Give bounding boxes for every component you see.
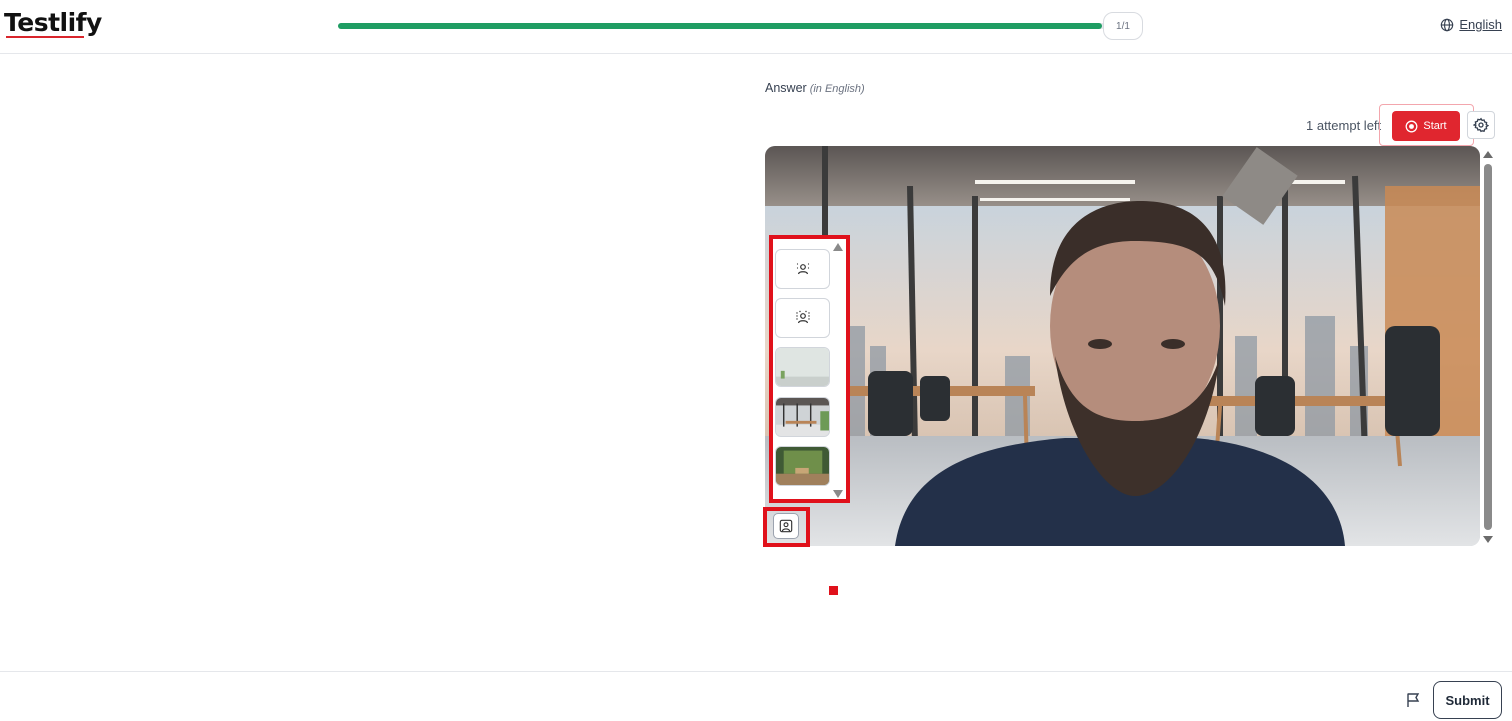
background-settings-icon [779, 519, 793, 533]
background-option-strong-blur[interactable] [775, 298, 830, 338]
language-selector[interactable]: English [1440, 17, 1502, 32]
gear-icon [1473, 117, 1489, 133]
camera-settings-button[interactable] [1467, 111, 1495, 139]
start-recording-button[interactable]: Start [1392, 111, 1460, 141]
scroll-up-arrow[interactable] [1483, 151, 1493, 158]
background-picker-up-arrow[interactable] [833, 243, 843, 251]
person-blur-strong-icon [795, 310, 810, 324]
background-option-office[interactable] [775, 397, 830, 437]
background-option-green-wall[interactable] [775, 446, 830, 486]
progress-bar [338, 23, 1118, 29]
background-option-light-blur[interactable] [775, 249, 830, 289]
progress-counter: 1/1 [1103, 12, 1143, 40]
testlify-logo: Testlify [4, 8, 102, 37]
webcam-scene [765, 146, 1480, 546]
start-label: Start [1423, 120, 1447, 132]
webcam-preview [765, 146, 1480, 546]
recording-indicator-dot [829, 586, 838, 595]
progress-bar-fill [338, 23, 1103, 29]
green-wall-thumbnail [776, 447, 829, 485]
logo-underline [6, 36, 84, 38]
background-picker-down-arrow[interactable] [833, 490, 843, 498]
background-option-plain-room[interactable] [775, 347, 830, 387]
flag-icon [1407, 693, 1420, 707]
record-icon [1405, 120, 1418, 132]
person-blur-light-icon [796, 263, 809, 275]
bottom-bar [0, 671, 1512, 721]
answer-heading: Answer (in English) [765, 81, 865, 95]
plain-room-thumbnail [776, 348, 829, 386]
office-thumbnail [776, 398, 829, 436]
answer-language-note: (in English) [809, 83, 865, 95]
answer-label: Answer [765, 81, 807, 95]
submit-button[interactable]: Submit [1433, 681, 1502, 719]
background-settings-button[interactable] [773, 513, 799, 539]
top-bar: Testlify 1/1 English [0, 0, 1512, 54]
report-flag-button[interactable] [1403, 690, 1423, 710]
language-label: English [1459, 17, 1502, 32]
globe-icon [1441, 18, 1454, 31]
scrollbar-thumb[interactable] [1484, 164, 1492, 530]
scroll-down-arrow[interactable] [1483, 536, 1493, 543]
attempts-remaining: 1 attempt left [1306, 118, 1382, 133]
